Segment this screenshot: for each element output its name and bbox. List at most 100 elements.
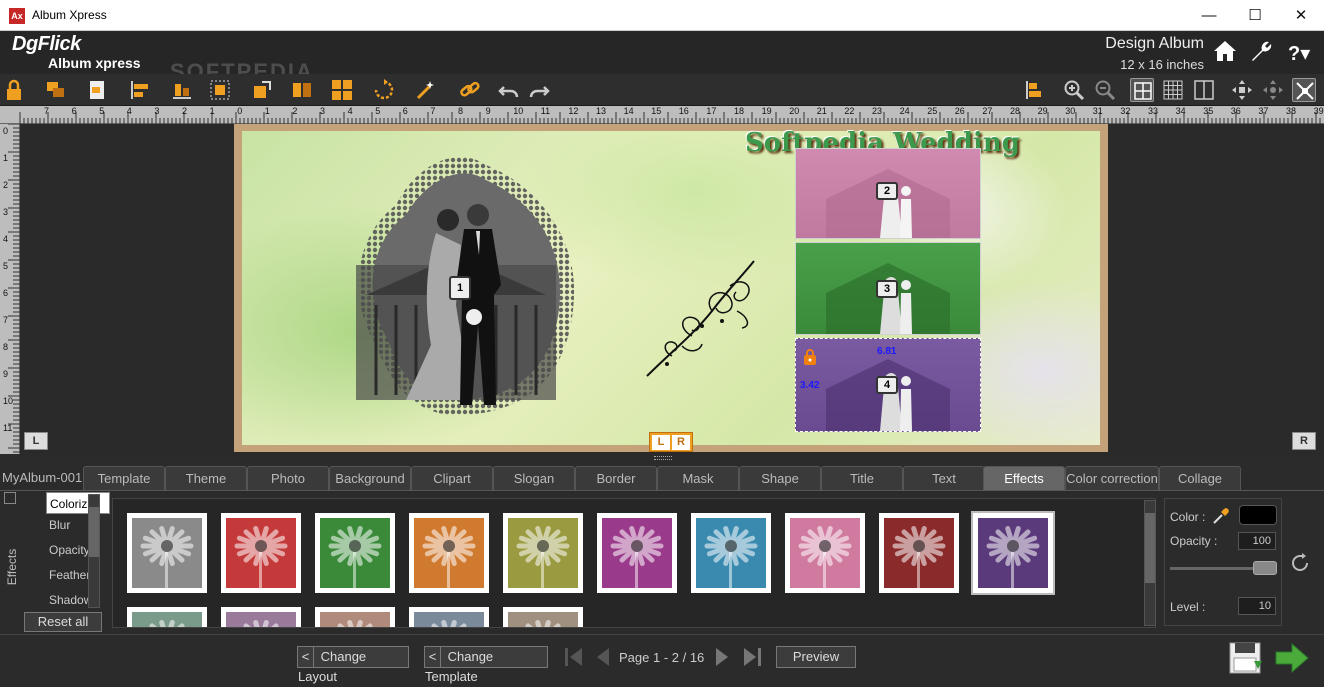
distribute-icon[interactable] (290, 78, 314, 102)
change-template-button[interactable]: < Change Template (424, 646, 548, 684)
arrange-layers-icon[interactable] (44, 78, 68, 102)
first-page-icon[interactable] (562, 645, 584, 672)
previous-page-icon[interactable] (594, 645, 612, 672)
ruler-h-label: 6 (402, 106, 408, 116)
effect-feather[interactable]: Feather (46, 564, 110, 586)
grid-toggle-icon[interactable] (1130, 78, 1154, 102)
effect-shadow[interactable]: Shadow (46, 589, 110, 611)
effect-thumbnail[interactable] (221, 607, 301, 627)
undo-icon[interactable] (497, 78, 521, 102)
tab-template[interactable]: Template (83, 466, 165, 490)
maximize-button[interactable]: ☐ (1232, 0, 1278, 31)
color-swatch[interactable] (1239, 505, 1277, 525)
center-icon[interactable] (1261, 78, 1285, 102)
tab-color-correction[interactable]: Color correction (1065, 466, 1159, 490)
reset-all-button[interactable]: Reset all (24, 612, 102, 632)
tab-clipart[interactable]: Clipart (411, 466, 493, 490)
page-layout-icon[interactable] (86, 78, 110, 102)
tab-background[interactable]: Background (329, 466, 411, 490)
zoom-in-icon[interactable] (1062, 78, 1086, 102)
ruler-h-label: 9 (485, 106, 491, 116)
effect-thumbnail[interactable] (879, 513, 959, 593)
thumbnails-scrollbar[interactable] (1144, 500, 1156, 626)
zoom-out-icon[interactable] (1093, 78, 1117, 102)
tab-mask[interactable]: Mask (657, 466, 739, 490)
opacity-value[interactable]: 100 (1238, 532, 1276, 550)
effect-blur[interactable]: Blur (46, 514, 110, 536)
next-page-icon[interactable] (713, 645, 731, 672)
ruler-h-label: 2 (182, 106, 188, 116)
effect-thumbnail[interactable] (503, 513, 583, 593)
save-export-icon[interactable] (1228, 641, 1266, 678)
change-layout-button[interactable]: < Change Layout (297, 646, 409, 684)
tool-tabs: MyAlbum-001 Template Theme Photo Backgro… (0, 464, 1324, 490)
lr-spread-marker[interactable]: L R (649, 432, 693, 452)
opacity-slider-track[interactable] (1170, 567, 1254, 570)
effect-opacity[interactable]: Opacity (46, 539, 110, 561)
left-page-marker[interactable]: L (24, 432, 48, 450)
rotate-icon[interactable] (372, 78, 396, 102)
tab-slogan[interactable]: Slogan (493, 466, 575, 490)
ruler-h-label: 12 (568, 106, 579, 116)
magic-wand-icon[interactable] (414, 78, 438, 102)
flourish-clipart[interactable] (642, 256, 762, 381)
effect-thumbnail[interactable] (409, 607, 489, 627)
ruler-h-label: 20 (789, 106, 800, 116)
tab-text[interactable]: Text (903, 466, 985, 490)
redo-icon[interactable] (527, 78, 551, 102)
align-bottom-icon[interactable] (170, 78, 194, 102)
effect-thumbnail[interactable] (221, 513, 301, 593)
bottom-bar: < Change Layout < Change Template Page 1… (0, 634, 1324, 684)
effect-thumbnail[interactable] (127, 513, 207, 593)
close-button[interactable]: ✕ (1278, 0, 1324, 31)
tab-theme[interactable]: Theme (165, 466, 247, 490)
right-page-marker[interactable]: R (1292, 432, 1316, 450)
effect-thumbnail[interactable] (503, 607, 583, 627)
effect-thumbnail[interactable] (691, 513, 771, 593)
tab-border[interactable]: Border (575, 466, 657, 490)
move-icon[interactable] (1230, 78, 1254, 102)
lock-icon[interactable] (4, 78, 28, 102)
effect-thumbnail[interactable] (597, 513, 677, 593)
tab-effects[interactable]: Effects (983, 466, 1065, 490)
ruler-h-label: 8 (458, 106, 464, 116)
effect-thumbnail[interactable] (409, 513, 489, 593)
tab-collage[interactable]: Collage (1159, 466, 1241, 490)
tab-title[interactable]: Title (821, 466, 903, 490)
fine-grid-icon[interactable] (1161, 78, 1185, 102)
link-icon[interactable] (458, 78, 482, 102)
effect-thumbnail[interactable] (785, 513, 865, 593)
horizontal-ruler: 7 6 5 4 3 2 1 0 1 2 3 4 5 6 7 8 9 10 11 12 13 14 15 16 17 18 19 20 2… (0, 106, 1324, 124)
tab-photo[interactable]: Photo (247, 466, 329, 490)
grid-layout-icon[interactable] (330, 78, 354, 102)
splitter-handle[interactable] (654, 456, 672, 460)
slot-number-2: 2 (876, 182, 898, 200)
spread-view-icon[interactable] (1192, 78, 1216, 102)
settings-wrench-icon[interactable] (1248, 39, 1274, 69)
home-icon[interactable] (1212, 39, 1238, 69)
help-icon[interactable]: ?▾ (1288, 41, 1310, 66)
align-left-icon[interactable] (128, 78, 152, 102)
last-page-icon[interactable] (742, 645, 764, 672)
effect-thumbnail[interactable] (127, 607, 207, 627)
effect-thumbnail[interactable] (315, 607, 395, 627)
preview-button[interactable]: Preview (776, 646, 856, 668)
refresh-icon[interactable] (1288, 551, 1312, 578)
eyedropper-icon[interactable] (1211, 506, 1231, 529)
effect-thumbnail[interactable] (971, 511, 1055, 595)
ruler-v-label: 1 (3, 153, 9, 163)
effect-colorize[interactable]: Colorize (46, 492, 110, 514)
effects-list-scrollbar[interactable] (88, 494, 100, 608)
effect-thumbnail[interactable] (315, 513, 395, 593)
select-frame-icon[interactable] (208, 78, 232, 102)
opacity-slider-thumb[interactable] (1253, 561, 1277, 575)
tab-shape[interactable]: Shape (739, 466, 821, 490)
slot-lock-icon[interactable] (802, 348, 818, 369)
level-value[interactable]: 10 (1238, 597, 1276, 615)
align-tools-icon[interactable] (1022, 78, 1046, 102)
minimize-button[interactable]: — (1186, 0, 1232, 31)
fit-to-screen-icon[interactable] (1292, 78, 1316, 102)
next-step-arrow-icon[interactable] (1274, 641, 1312, 678)
ruler-v-label: 7 (3, 315, 9, 325)
resize-icon[interactable] (250, 78, 274, 102)
